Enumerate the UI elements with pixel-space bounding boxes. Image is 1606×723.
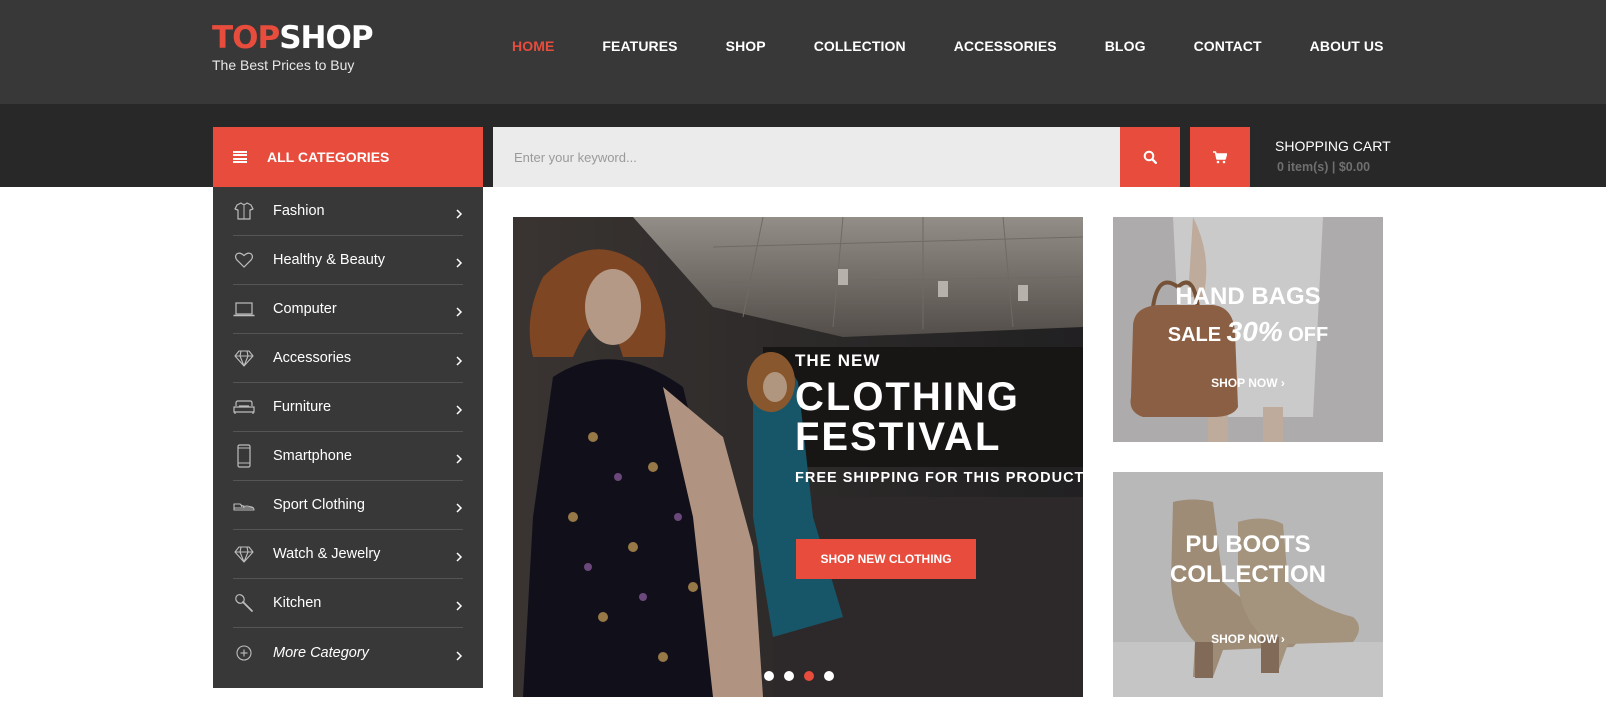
promo-hand-bags-sale: SALE 30% OFF — [1113, 316, 1383, 348]
search-icon — [1143, 150, 1157, 164]
hero-title-line-1: CLOTHING — [795, 375, 1020, 419]
category-label: Sport Clothing — [273, 497, 365, 513]
promo-pu-boots-title-line-1: PU BOOTS — [1185, 531, 1311, 558]
shopping-cart-summary[interactable]: SHOPPING CART 0 item(s) | $0.00 — [1275, 138, 1391, 174]
shirt-icon — [233, 200, 255, 222]
menu-icon — [233, 151, 247, 163]
promo-hand-bags[interactable]: HAND BAGS SALE 30% OFF SHOP NOW › — [1113, 217, 1383, 442]
promo-hand-bags-title: HAND BAGS — [1175, 283, 1321, 310]
sale-percent: 30% — [1226, 316, 1283, 347]
cart-title: SHOPPING CART — [1275, 138, 1391, 154]
hero-title-line-2: FESTIVAL — [795, 415, 1002, 459]
hero-title: CLOTHING FESTIVAL — [795, 377, 1083, 457]
chevron-right-icon: › — [1280, 632, 1285, 646]
plus-circle-icon — [233, 642, 255, 664]
top-header: TOPSHOP The Best Prices to Buy HOME FEAT… — [0, 0, 1606, 104]
nav-shop[interactable]: SHOP — [726, 38, 766, 54]
chevron-right-icon — [456, 405, 463, 415]
category-item-smartphone[interactable]: Smartphone — [233, 432, 463, 481]
slider-pagination — [764, 671, 844, 681]
main-nav: HOME FEATURES SHOP COLLECTION ACCESSORIE… — [512, 38, 1432, 54]
slider-dot-1[interactable] — [764, 671, 774, 681]
promo-pu-boots-title-line-2: COLLECTION — [1170, 561, 1326, 588]
chevron-right-icon — [456, 503, 463, 513]
hero-kicker: THE NEW — [795, 351, 881, 370]
search-input[interactable] — [493, 127, 1121, 187]
chevron-right-icon — [456, 454, 463, 464]
category-item-sport-clothing[interactable]: Sport Clothing — [233, 481, 463, 530]
chevron-right-icon — [456, 258, 463, 268]
nav-accessories[interactable]: ACCESSORIES — [954, 38, 1057, 54]
cart-count-total: 0 item(s) | $0.00 — [1277, 160, 1371, 174]
kitchen-spoon-icon — [233, 592, 255, 614]
category-label: Computer — [273, 301, 337, 317]
category-item-accessories[interactable]: Accessories — [233, 334, 463, 383]
search-button[interactable] — [1120, 127, 1180, 187]
category-sidebar: Fashion Healthy & Beauty Computer Access… — [213, 187, 483, 688]
nav-collection[interactable]: COLLECTION — [814, 38, 906, 54]
category-item-kitchen[interactable]: Kitchen — [233, 579, 463, 628]
chevron-right-icon — [456, 209, 463, 219]
shop-now-label: SHOP NOW — [1211, 376, 1278, 390]
category-item-fashion[interactable]: Fashion — [233, 187, 463, 236]
cart-icon — [1213, 150, 1227, 163]
category-item-furniture[interactable]: Furniture — [233, 383, 463, 432]
chevron-right-icon — [456, 307, 463, 317]
hand-bags-shop-now-link[interactable]: SHOP NOW › — [1113, 376, 1383, 390]
promo-pu-boots[interactable]: PU BOOTS COLLECTION SHOP NOW › — [1113, 472, 1383, 697]
nav-blog[interactable]: BLOG — [1105, 38, 1146, 54]
hero-subtitle: FREE SHIPPING FOR THIS PRODUCT — [795, 470, 1083, 486]
promo-pu-boots-title: PU BOOTS COLLECTION — [1113, 530, 1383, 590]
category-label: Furniture — [273, 399, 332, 415]
category-label: Watch & Jewelry — [273, 546, 381, 562]
category-label: Smartphone — [273, 448, 352, 464]
logo-title-top: TOP — [212, 20, 280, 56]
slider-dot-4[interactable] — [824, 671, 834, 681]
hero-caption: THE NEW CLOTHING FESTIVAL FREE SHIPPING … — [795, 351, 1083, 486]
chevron-right-icon — [456, 552, 463, 562]
logo-title: TOPSHOP — [212, 20, 374, 56]
sale-prefix: SALE — [1167, 324, 1222, 346]
all-categories-toggle[interactable]: ALL CATEGORIES — [213, 127, 483, 187]
hero-slider: THE NEW CLOTHING FESTIVAL FREE SHIPPING … — [513, 217, 1083, 697]
chevron-right-icon: › — [1280, 376, 1285, 390]
category-label: Fashion — [273, 203, 325, 219]
shop-now-label: SHOP NOW — [1211, 632, 1278, 646]
sneaker-icon — [233, 494, 255, 516]
chevron-right-icon — [456, 601, 463, 611]
chevron-right-icon — [456, 650, 463, 661]
nav-features[interactable]: FEATURES — [602, 38, 677, 54]
cart-button[interactable] — [1190, 127, 1250, 187]
sale-suffix: OFF — [1288, 324, 1329, 346]
chevron-right-icon — [456, 356, 463, 366]
category-label: Accessories — [273, 350, 352, 366]
smartphone-icon — [233, 444, 255, 468]
nav-about-us[interactable]: ABOUT US — [1310, 38, 1384, 54]
shop-new-clothing-button[interactable]: SHOP NEW CLOTHING — [796, 539, 976, 579]
sofa-icon — [233, 396, 255, 418]
diamond-icon — [233, 347, 255, 369]
heart-icon — [233, 249, 255, 271]
pu-boots-shop-now-link[interactable]: SHOP NOW › — [1113, 632, 1383, 646]
slider-dot-2[interactable] — [784, 671, 794, 681]
all-categories-label: ALL CATEGORIES — [267, 149, 390, 165]
category-label: Kitchen — [273, 595, 322, 611]
category-item-computer[interactable]: Computer — [233, 285, 463, 334]
logo[interactable]: TOPSHOP The Best Prices to Buy — [212, 20, 374, 73]
category-item-more[interactable]: More Category — [233, 628, 463, 677]
laptop-icon — [233, 298, 255, 320]
category-item-healthy-beauty[interactable]: Healthy & Beauty — [233, 236, 463, 285]
category-label: More Category — [273, 644, 369, 661]
category-label: Healthy & Beauty — [273, 252, 386, 268]
nav-contact[interactable]: CONTACT — [1194, 38, 1262, 54]
category-item-watch-jewelry[interactable]: Watch & Jewelry — [233, 530, 463, 579]
logo-title-shop: SHOP — [279, 20, 373, 56]
diamond-icon — [233, 543, 255, 565]
slider-dot-3[interactable] — [804, 671, 814, 681]
logo-tagline: The Best Prices to Buy — [212, 57, 355, 73]
nav-home[interactable]: HOME — [512, 38, 554, 54]
